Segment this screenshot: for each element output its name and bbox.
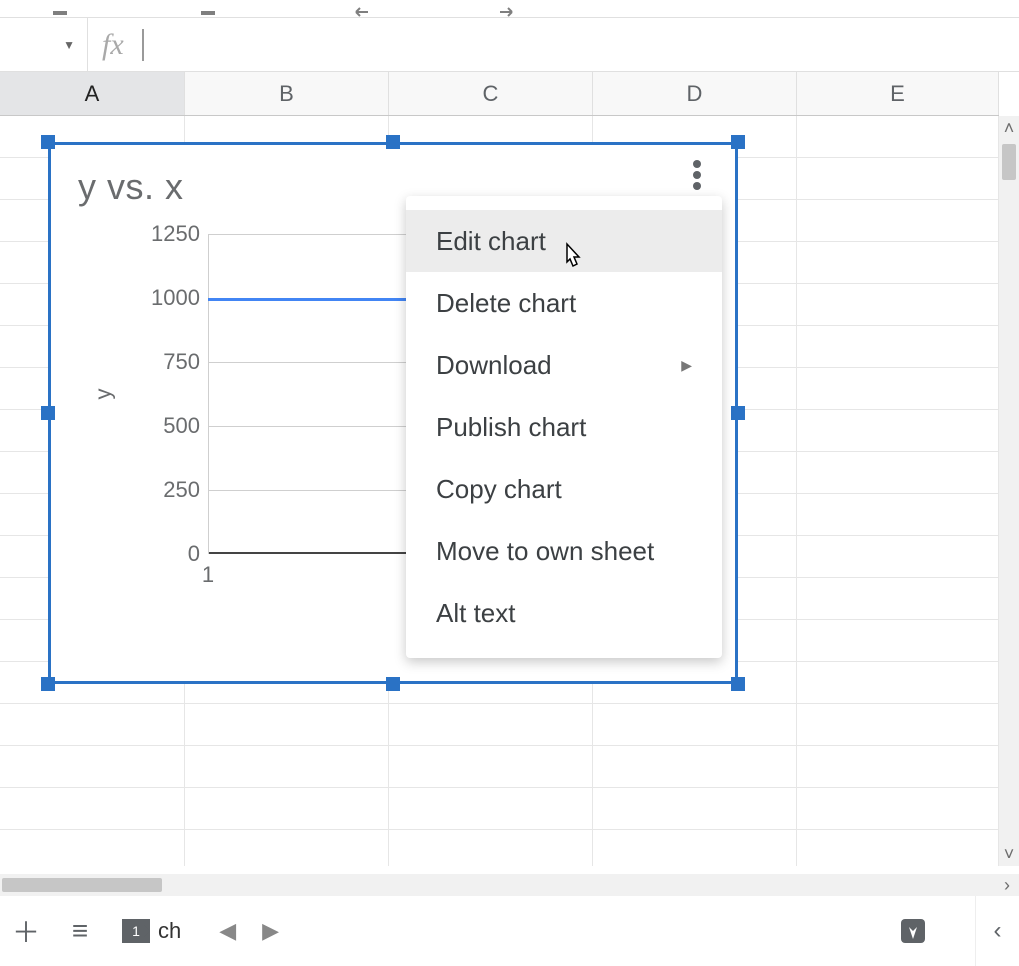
menu-copy-chart[interactable]: Copy chart (406, 458, 722, 520)
menu-move-to-own-sheet[interactable]: Move to own sheet (406, 520, 722, 582)
resize-handle-bc[interactable] (386, 677, 400, 691)
resize-handle-ml[interactable] (41, 406, 55, 420)
badge-count: 1 (132, 923, 140, 939)
formula-input[interactable] (144, 18, 1019, 71)
toolbar-icon-b[interactable] (198, 7, 226, 17)
hscroll-thumb[interactable] (2, 878, 162, 892)
fx-label: fx (88, 28, 142, 62)
scroll-down-icon[interactable]: ˅ (1004, 842, 1015, 866)
menu-label: Move to own sheet (436, 536, 654, 567)
menu-delete-chart[interactable]: Delete chart (406, 272, 722, 334)
menu-label: Publish chart (436, 412, 586, 443)
menu-label: Download (436, 350, 552, 381)
y-tick-1250: 1250 (120, 221, 200, 247)
sheet-tab-label: ch (158, 918, 181, 944)
formula-bar: ▼ fx (0, 18, 1019, 72)
sheet-scroll-controls: ◀ ▶ (219, 918, 279, 944)
menu-download[interactable]: Download (406, 334, 722, 396)
column-header-c[interactable]: C (389, 72, 593, 115)
arrow-right-icon[interactable] (494, 7, 522, 17)
add-sheet-button[interactable]: ＋ (4, 909, 48, 953)
all-sheets-button[interactable]: ≡ (58, 909, 102, 953)
menu-label: Edit chart (436, 226, 546, 257)
scroll-up-icon[interactable]: ˄ (1004, 116, 1015, 140)
y-tick-1000: 1000 (120, 285, 200, 311)
column-header-b[interactable]: B (185, 72, 389, 115)
y-tick-0: 0 (120, 541, 200, 567)
vscroll-thumb[interactable] (1002, 144, 1016, 180)
side-panel-toggle[interactable]: ‹ (975, 896, 1019, 966)
chart-object[interactable]: y vs. x y 1250 1000 750 500 250 0 1 2 (48, 142, 738, 684)
explore-button[interactable] (891, 909, 935, 953)
column-headers: A B C D E (0, 72, 999, 116)
chart-title: y vs. x (78, 166, 184, 208)
x-tick-1: 1 (202, 562, 214, 588)
arrow-left-icon[interactable] (346, 7, 374, 17)
column-header-a[interactable]: A (0, 72, 185, 115)
chevron-down-icon: ▼ (63, 38, 75, 52)
resize-handle-bl[interactable] (41, 677, 55, 691)
sheet-comment-badge: 1 (122, 919, 150, 943)
sheet-scroll-right-icon[interactable]: ▶ (262, 918, 279, 944)
y-axis-label: y (91, 389, 117, 400)
resize-handle-br[interactable] (731, 677, 745, 691)
menu-label: Alt text (436, 598, 515, 629)
menu-label: Copy chart (436, 474, 562, 505)
y-tick-250: 250 (120, 477, 200, 503)
vertical-scrollbar[interactable]: ˄ ˅ (999, 116, 1019, 866)
column-header-d[interactable]: D (593, 72, 797, 115)
sheet-tab[interactable]: 1 ch (112, 909, 191, 953)
menu-alt-text[interactable]: Alt text (406, 582, 722, 644)
column-header-e[interactable]: E (797, 72, 999, 115)
resize-handle-tr[interactable] (731, 135, 745, 149)
toolbar-icon-a[interactable] (50, 7, 78, 17)
y-tick-750: 750 (120, 349, 200, 375)
chart-context-menu: Edit chart Delete chart Download Publish… (406, 196, 722, 658)
resize-handle-tc[interactable] (386, 135, 400, 149)
menu-publish-chart[interactable]: Publish chart (406, 396, 722, 458)
resize-handle-mr[interactable] (731, 406, 745, 420)
y-tick-500: 500 (120, 413, 200, 439)
name-box[interactable]: ▼ (0, 18, 88, 71)
kebab-menu-icon[interactable] (688, 160, 706, 190)
scroll-right-icon[interactable]: › (995, 875, 1019, 896)
menu-edit-chart[interactable]: Edit chart (406, 210, 722, 272)
menu-label: Delete chart (436, 288, 576, 319)
resize-handle-tl[interactable] (41, 135, 55, 149)
spreadsheet-grid[interactable]: y vs. x y 1250 1000 750 500 250 0 1 2 (0, 116, 999, 866)
sheet-scroll-left-icon[interactable]: ◀ (219, 918, 236, 944)
toolbar-strip (0, 0, 1019, 18)
sheet-tab-bar: ＋ ≡ 1 ch ◀ ▶ ‹ (0, 896, 1019, 966)
explore-icon (898, 916, 928, 946)
horizontal-scrollbar[interactable]: › (0, 874, 1019, 896)
